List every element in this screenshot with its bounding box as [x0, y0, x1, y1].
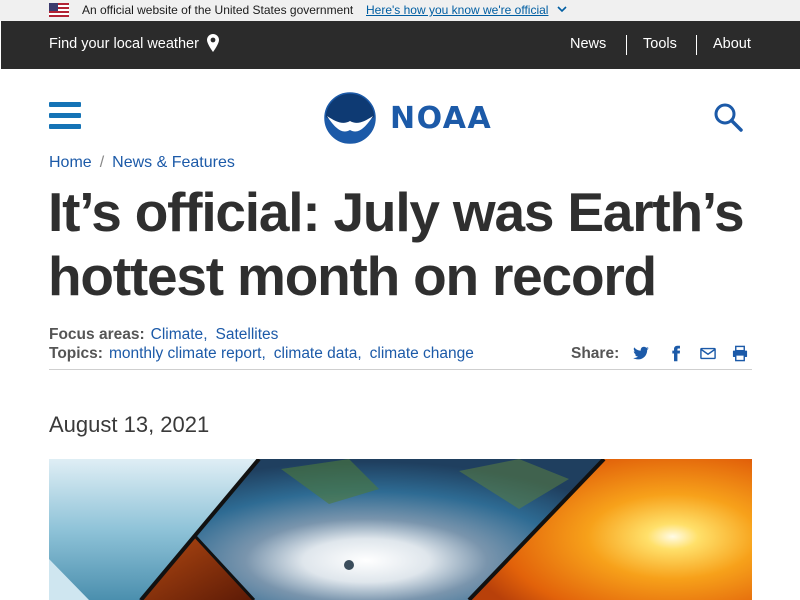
nav-divider	[696, 35, 697, 55]
noaa-wordmark[interactable]: NOAA	[390, 101, 492, 136]
menu-bar	[49, 113, 81, 118]
meta-divider	[49, 369, 752, 370]
us-flag-icon	[49, 3, 69, 17]
print-icon[interactable]	[731, 345, 749, 362]
list-comma: ,	[357, 345, 362, 362]
breadcrumb-home[interactable]: Home	[49, 154, 92, 171]
location-pin-icon[interactable]	[207, 34, 219, 52]
hamburger-menu-icon[interactable]	[49, 102, 81, 130]
list-comma: ,	[261, 345, 266, 362]
gov-banner: An official website of the United States…	[0, 0, 800, 21]
official-info-link[interactable]: Here's how you know we're official	[366, 3, 548, 17]
list-comma: ,	[203, 326, 208, 343]
breadcrumb-news-features[interactable]: News & Features	[112, 154, 235, 171]
share-label: Share:	[571, 345, 620, 362]
publish-date: August 13, 2021	[49, 412, 210, 437]
twitter-icon[interactable]	[632, 345, 650, 362]
gov-banner-text: An official website of the United States…	[82, 3, 354, 17]
topic-link[interactable]: monthly climate report	[109, 345, 261, 362]
menu-bar	[49, 102, 81, 107]
focus-area-link[interactable]: Satellites	[216, 326, 279, 343]
noaa-bird-logo[interactable]	[324, 92, 376, 144]
menu-bar	[49, 124, 81, 129]
nav-divider	[626, 35, 627, 55]
page-title: It’s official: July was Earth’s hottest …	[48, 181, 745, 307]
focus-areas: Focus areas: Climate, Satellites	[49, 326, 278, 344]
facebook-icon[interactable]	[667, 345, 685, 362]
topics-label: Topics:	[49, 345, 103, 362]
find-local-weather-link[interactable]: Find your local weather	[49, 36, 199, 52]
breadcrumb-separator: /	[99, 154, 105, 171]
nav-tools[interactable]: Tools	[643, 36, 677, 52]
email-icon[interactable]	[699, 345, 717, 362]
topic-link[interactable]: climate change	[370, 345, 474, 362]
search-icon[interactable]	[713, 102, 745, 134]
nav-about[interactable]: About	[713, 36, 751, 52]
focus-area-link[interactable]: Climate	[151, 326, 204, 343]
chevron-down-icon[interactable]	[556, 3, 568, 15]
topics: Topics: monthly climate report, climate da…	[49, 345, 474, 363]
topic-link[interactable]: climate data	[274, 345, 358, 362]
focus-areas-label: Focus areas:	[49, 326, 145, 343]
hero-image	[49, 459, 752, 600]
breadcrumb: Home / News & Features	[49, 154, 235, 172]
nav-news[interactable]: News	[570, 36, 606, 52]
top-nav: Find your local weather News Tools About	[1, 21, 800, 69]
